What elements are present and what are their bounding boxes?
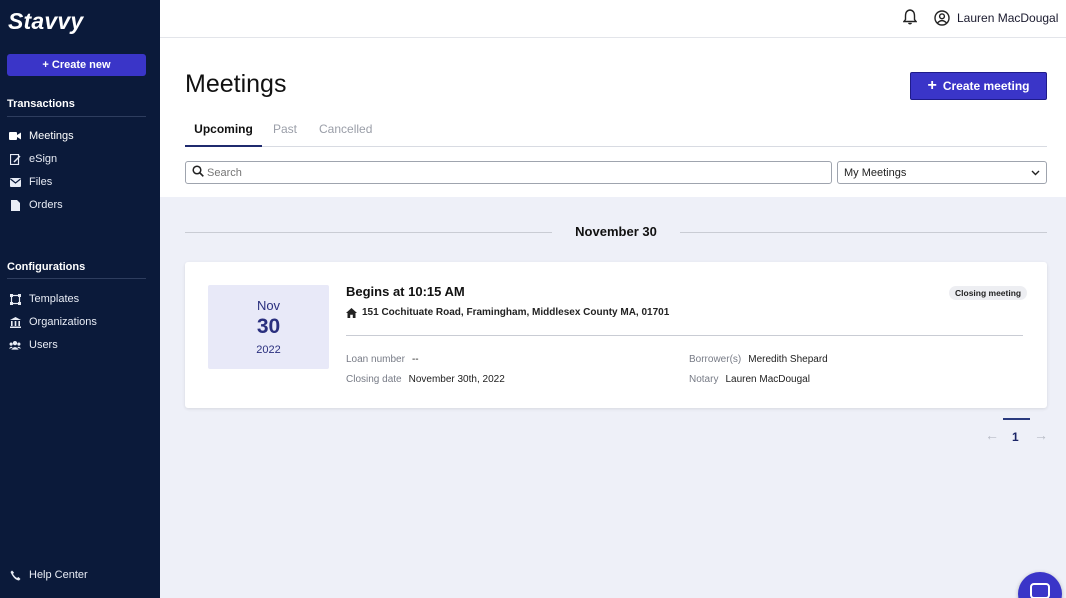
loan-number-label: Loan number xyxy=(346,354,405,365)
plus-icon: + xyxy=(927,77,937,94)
stavvy-logo[interactable]: Stavvy xyxy=(8,8,83,35)
borrowers-label: Borrower(s) xyxy=(689,354,742,365)
prev-page-button[interactable]: ← xyxy=(985,427,999,443)
sidebar-item-esign[interactable]: eSign xyxy=(9,150,57,168)
transactions-heading: Transactions xyxy=(7,98,75,110)
sidebar: Stavvy + Create new Transactions Meeting… xyxy=(0,0,160,598)
divider xyxy=(346,335,1023,336)
sidebar-item-label: eSign xyxy=(29,153,58,165)
sidebar-item-users[interactable]: Users xyxy=(9,336,58,354)
bell-icon[interactable] xyxy=(902,9,919,25)
sidebar-item-orders[interactable]: Orders xyxy=(9,196,63,214)
create-meeting-button[interactable]: + Create meeting xyxy=(910,72,1047,100)
address-text: 151 Cochituate Road, Framingham, Middles… xyxy=(362,307,670,318)
meeting-card[interactable]: Nov 30 2022 Begins at 10:15 AM 151 Cochi… xyxy=(185,262,1047,408)
sidebar-item-label: Organizations xyxy=(29,316,97,328)
sidebar-item-templates[interactable]: Templates xyxy=(9,290,79,308)
closing-date-label: Closing date xyxy=(346,374,402,385)
current-page-indicator xyxy=(1003,418,1030,420)
sidebar-item-label: Users xyxy=(29,339,58,351)
top-bar: Lauren MacDougal xyxy=(160,0,1066,38)
user-menu[interactable]: Lauren MacDougal xyxy=(934,9,1058,27)
tab-past[interactable]: Past xyxy=(273,122,297,147)
meeting-month: Nov xyxy=(256,298,281,313)
search-icon xyxy=(192,164,204,182)
next-page-button[interactable]: → xyxy=(1034,427,1048,443)
sidebar-item-label: Files xyxy=(29,176,53,188)
closing-date-field: Closing date November 30th, 2022 xyxy=(346,374,505,385)
sign-icon xyxy=(9,153,21,165)
sidebar-item-label: Templates xyxy=(29,293,80,305)
users-icon xyxy=(9,339,21,351)
loan-number-value: -- xyxy=(411,354,419,365)
notary-label: Notary xyxy=(689,374,719,385)
closing-date-value: November 30th, 2022 xyxy=(408,374,505,385)
divider xyxy=(680,232,1047,233)
meeting-date-block: Nov 30 2022 xyxy=(208,285,329,369)
user-name: Lauren MacDougal xyxy=(957,11,1059,25)
meeting-tabs: Upcoming Past Cancelled xyxy=(185,118,1047,147)
page-number-button[interactable]: 1 xyxy=(1012,430,1019,444)
meeting-type-badge: Closing meeting xyxy=(949,286,1028,300)
configurations-heading: Configurations xyxy=(7,261,86,273)
video-icon xyxy=(9,130,21,142)
meeting-day: 30 xyxy=(256,315,281,338)
sidebar-item-meetings[interactable]: Meetings xyxy=(9,127,74,145)
borrowers-value: Meredith Shepard xyxy=(748,354,828,365)
phone-icon xyxy=(9,569,21,581)
chevron-down-icon xyxy=(1031,167,1040,179)
page-title: Meetings xyxy=(185,70,287,98)
tab-upcoming[interactable]: Upcoming xyxy=(185,122,262,147)
meeting-start-time: Begins at 10:15 AM xyxy=(346,284,465,299)
borrowers-field: Borrower(s) Meredith Shepard xyxy=(689,354,828,365)
filter-value: My Meetings xyxy=(844,166,907,179)
chat-icon xyxy=(1030,583,1050,598)
loan-number-field: Loan number -- xyxy=(346,354,419,365)
bank-icon xyxy=(9,316,21,328)
notary-field: Notary Lauren MacDougal xyxy=(689,374,810,385)
sidebar-item-label: Orders xyxy=(29,199,63,211)
meetings-filter-select[interactable]: My Meetings xyxy=(837,161,1047,184)
divider xyxy=(185,232,552,233)
help-center-label: Help Center xyxy=(29,569,88,581)
divider xyxy=(7,278,146,279)
template-icon xyxy=(9,293,21,305)
create-new-button[interactable]: + Create new xyxy=(7,54,146,76)
divider xyxy=(7,116,146,117)
help-center-link[interactable]: Help Center xyxy=(9,566,88,584)
home-icon xyxy=(346,307,357,318)
user-circle-icon xyxy=(934,10,950,26)
meeting-address: 151 Cochituate Road, Framingham, Middles… xyxy=(346,307,669,318)
document-icon xyxy=(9,199,21,211)
notary-value: Lauren MacDougal xyxy=(725,374,810,385)
envelope-icon xyxy=(9,176,21,188)
date-group-heading: November 30 xyxy=(575,224,657,239)
sidebar-item-label: Meetings xyxy=(29,130,74,142)
tab-cancelled[interactable]: Cancelled xyxy=(319,122,372,147)
search-box[interactable] xyxy=(185,161,832,184)
meeting-year: 2022 xyxy=(256,344,281,356)
sidebar-item-files[interactable]: Files xyxy=(9,173,52,191)
create-meeting-label: Create meeting xyxy=(942,79,1030,93)
sidebar-item-organizations[interactable]: Organizations xyxy=(9,313,97,331)
search-input[interactable] xyxy=(207,166,831,179)
